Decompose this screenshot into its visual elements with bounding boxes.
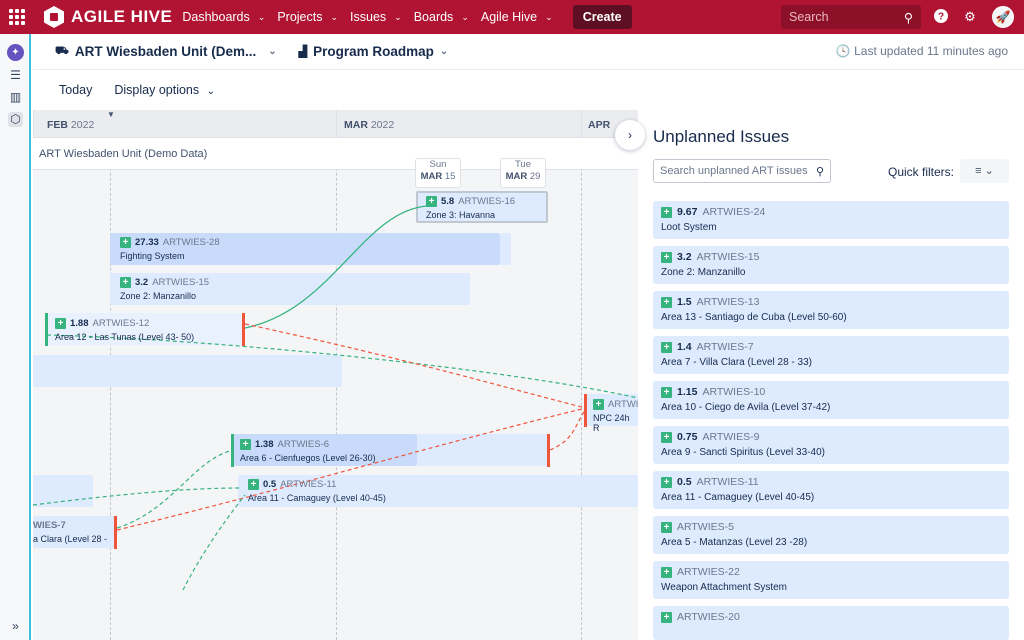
unplanned-issue-item[interactable]: +3.2 ARTWIES-15 Zone 2: Manzanillo bbox=[653, 246, 1009, 284]
user-avatar[interactable]: 🚀 bbox=[992, 6, 1014, 28]
brand-name: AGILE HIVE bbox=[71, 7, 173, 26]
left-sidebar: ✦ ☰ ▥ ⬡ » bbox=[0, 34, 31, 640]
main-nav: Dashboards ⌄ Projects ⌄ Issues ⌄ Boards ⌄ Ag… bbox=[182, 5, 632, 29]
nav-projects[interactable]: Projects ⌄ bbox=[277, 10, 338, 24]
roadmap-timeline[interactable]: FEB 2022 MAR 2022 APR ▼ ART Wiesbaden Un… bbox=[33, 110, 638, 640]
collapse-panel-button[interactable]: › bbox=[615, 120, 645, 150]
filter-icon: ≡ bbox=[975, 165, 982, 177]
chevron-right-icon: › bbox=[628, 128, 632, 142]
feature-type-icon: + bbox=[661, 251, 672, 263]
feature-type-icon: + bbox=[661, 476, 672, 488]
feature-card[interactable]: +3.2 ARTWIES-15 Zone 2: Manzanillo bbox=[120, 277, 209, 301]
nav-dashboards[interactable]: Dashboards ⌄ bbox=[182, 10, 265, 24]
dependency-line bbox=[33, 487, 241, 506]
chevron-down-icon: ⌄ bbox=[394, 11, 402, 22]
roadmap-toolbar: Today Display options ⌄ bbox=[33, 70, 638, 110]
unplanned-issue-item[interactable]: +1.4 ARTWIES-7 Area 7 - Villa Clara (Leve… bbox=[653, 336, 1009, 374]
dependency-line bbox=[244, 205, 429, 329]
quick-filters-dropdown[interactable]: ≡ ⌄ bbox=[960, 159, 1009, 183]
feature-card[interactable]: + ARTWI NPC 24h R bbox=[593, 399, 638, 433]
feature-type-icon: + bbox=[661, 431, 672, 443]
last-updated-status: 🕓 Last updated 11 minutes ago bbox=[835, 44, 1008, 58]
unplanned-issue-item[interactable]: +1.15 ARTWIES-10 Area 10 - Ciego de Avila… bbox=[653, 381, 1009, 419]
feature-type-icon: + bbox=[661, 296, 672, 308]
unplanned-issue-item[interactable]: + ARTWIES-5 Area 5 - Matanzas (Level 23 -… bbox=[653, 516, 1009, 554]
display-options-button[interactable]: Display options ⌄ bbox=[114, 83, 215, 97]
feature-type-icon: + bbox=[593, 399, 604, 410]
search-icon: ⚲ bbox=[903, 11, 913, 25]
unplanned-issue-item[interactable]: + ARTWIES-22 Weapon Attachment System bbox=[653, 561, 1009, 599]
board-icon[interactable]: ▥ bbox=[8, 90, 23, 105]
feature-type-icon: + bbox=[120, 237, 131, 248]
gear-icon[interactable]: ⚙ bbox=[962, 9, 978, 25]
feature-card[interactable]: +27.33 ARTWIES-28 Fighting System bbox=[120, 237, 220, 261]
feature-card[interactable]: +0.5 ARTWIES-11 Area 11 - Camaguey (Level… bbox=[248, 479, 386, 503]
help-icon[interactable]: ? bbox=[933, 9, 949, 25]
dependency-line bbox=[244, 323, 587, 409]
today-button[interactable]: Today bbox=[59, 83, 92, 97]
feature-type-icon: + bbox=[661, 521, 672, 533]
feature-type-icon: + bbox=[661, 611, 672, 623]
chevron-down-icon: ⌄ bbox=[439, 46, 449, 57]
chevron-down-icon: ⌄ bbox=[268, 46, 277, 57]
backlog-icon[interactable]: ☰ bbox=[8, 68, 23, 83]
feature-type-icon: + bbox=[248, 479, 259, 490]
dependency-line bbox=[549, 409, 586, 451]
feature-card[interactable]: +1.38 ARTWIES-6 Area 6 - Cienfuegos (Leve… bbox=[240, 439, 376, 463]
unplanned-issue-item[interactable]: +0.5 ARTWIES-11 Area 11 - Camaguey (Level… bbox=[653, 471, 1009, 509]
feature-type-icon: + bbox=[661, 341, 672, 353]
feature-card[interactable]: +1.88 ARTWIES-12 Area 12 - Las Tunas (Lev… bbox=[55, 318, 194, 342]
chevron-down-icon: ⌄ bbox=[257, 11, 266, 22]
hive-logo-icon bbox=[44, 6, 64, 28]
search-icon: ⚲ bbox=[815, 166, 824, 178]
feature-type-icon: + bbox=[661, 386, 672, 398]
brand-logo[interactable]: AGILE HIVE bbox=[44, 6, 172, 28]
dependency-lines bbox=[33, 205, 638, 591]
quick-filters-label: Quick filters: bbox=[888, 165, 955, 179]
dependency-line bbox=[116, 407, 587, 531]
chevron-down-icon: ⌄ bbox=[984, 165, 994, 177]
chevron-down-icon: ⌄ bbox=[461, 11, 469, 22]
feature-card[interactable]: +5.8 ARTWIES-16 Zone 3: Havanna bbox=[426, 196, 515, 220]
unplanned-search-input[interactable]: Search unplanned ART issues ⚲ bbox=[653, 159, 831, 183]
unit-icon: ⛟ bbox=[55, 44, 69, 57]
unit-selector[interactable]: ⛟ ART Wiesbaden Unit (Dem... ⌄ bbox=[55, 44, 277, 59]
chevron-down-icon: ⌄ bbox=[545, 11, 553, 22]
dependency-line bbox=[46, 334, 638, 399]
create-button[interactable]: Create bbox=[572, 5, 632, 29]
feature-type-icon: + bbox=[240, 439, 251, 450]
clock-icon: 🕓 bbox=[835, 44, 851, 58]
unplanned-issues-panel: Unplanned Issues Search unplanned ART is… bbox=[638, 110, 1024, 640]
expand-sidebar-icon[interactable]: » bbox=[8, 619, 23, 634]
nav-issues[interactable]: Issues ⌄ bbox=[350, 10, 402, 24]
svg-text:?: ? bbox=[938, 12, 944, 23]
roadmap-selector[interactable]: ▟ Program Roadmap ⌄ bbox=[299, 44, 449, 59]
feature-type-icon: + bbox=[426, 196, 437, 207]
feature-type-icon: + bbox=[55, 318, 66, 329]
dependency-line bbox=[182, 494, 246, 591]
unplanned-issue-item[interactable]: + ARTWIES-20 bbox=[653, 606, 1009, 640]
roadmap-type-icon: ▟ bbox=[298, 46, 308, 58]
project-avatar-icon[interactable]: ✦ bbox=[7, 44, 24, 61]
unplanned-issue-item[interactable]: +9.67 ARTWIES-24 Loot System bbox=[653, 201, 1009, 239]
feature-type-icon: + bbox=[661, 566, 672, 578]
unplanned-issue-item[interactable]: +1.5 ARTWIES-13 Area 13 - Santiago de Cub… bbox=[653, 291, 1009, 329]
roadmap-header: ⛟ ART Wiesbaden Unit (Dem... ⌄ ▟ Program… bbox=[33, 34, 1024, 70]
unplanned-issue-item[interactable]: +0.75 ARTWIES-9 Area 9 - Sancti Spiritus … bbox=[653, 426, 1009, 464]
global-search-input[interactable]: Search ⚲ bbox=[781, 5, 921, 29]
chevron-down-icon: ⌄ bbox=[330, 11, 339, 22]
nav-agile-hive[interactable]: Agile Hive ⌄ bbox=[481, 10, 553, 24]
feature-card[interactable]: WIES-7 a Clara (Level 28 - bbox=[33, 520, 107, 544]
feature-type-icon: + bbox=[661, 206, 672, 218]
top-navigation-bar: AGILE HIVE Dashboards ⌄ Projects ⌄ Issues ⌄… bbox=[0, 0, 1024, 34]
nav-boards[interactable]: Boards ⌄ bbox=[414, 10, 469, 24]
chevron-down-icon: ⌄ bbox=[206, 86, 215, 97]
feature-type-icon: + bbox=[120, 277, 131, 288]
app-switcher-icon[interactable] bbox=[0, 0, 34, 34]
panel-title: Unplanned Issues bbox=[653, 127, 790, 146]
roadmap-icon[interactable]: ⬡ bbox=[8, 112, 23, 127]
